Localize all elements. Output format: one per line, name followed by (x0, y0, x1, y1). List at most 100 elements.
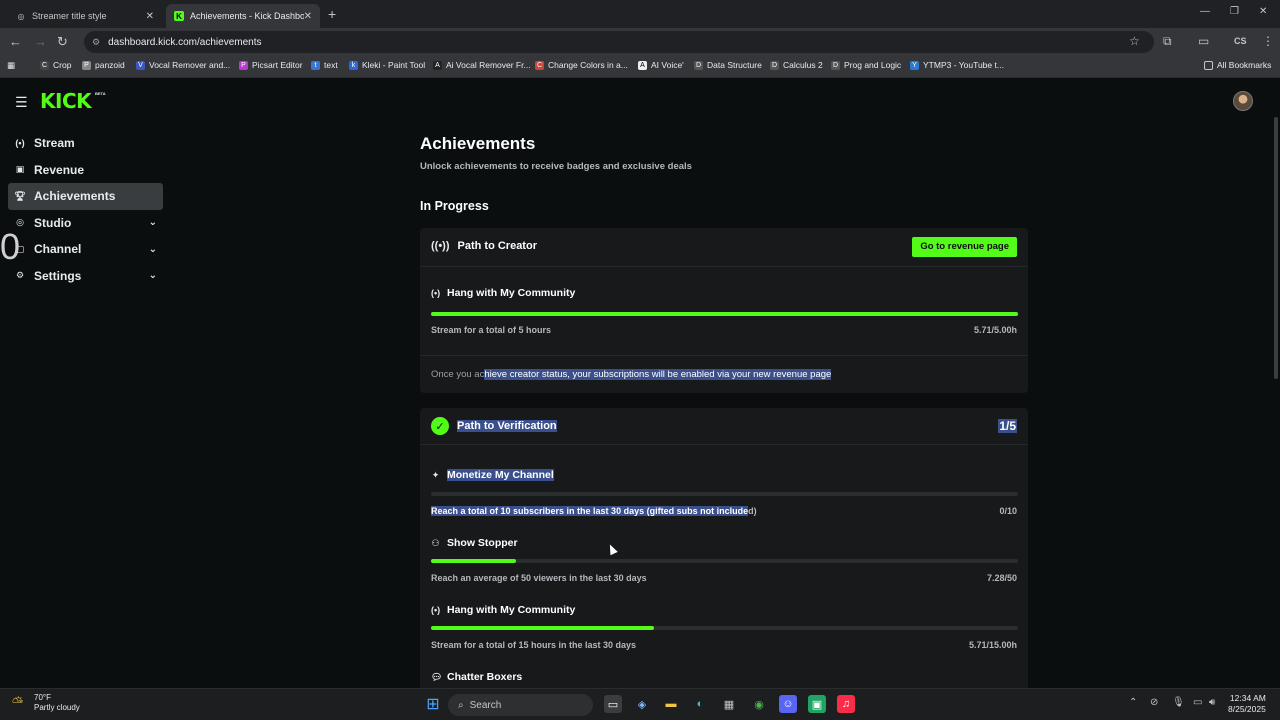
card-title: Path to Creator (457, 240, 537, 252)
broadcast-icon: ((•)) (431, 240, 450, 252)
url-field[interactable]: ⚙ dashboard.kick.com/achievements (84, 31, 1154, 53)
all-bookmarks[interactable]: All Bookmarks (1204, 60, 1271, 70)
new-tab-button[interactable]: + (328, 6, 336, 22)
folder-icon (1204, 60, 1213, 70)
bookmark-label: text (324, 60, 338, 70)
verification-count: 1/5 (998, 419, 1017, 433)
achievement-desc: Stream for a total of 15 hours in the la… (431, 640, 637, 650)
sidebar-item-settings[interactable]: ⚙ Settings ⌄ (8, 263, 163, 290)
bookmark-star-icon[interactable]: ☆ (1129, 34, 1140, 48)
store-icon[interactable]: ▦ (720, 695, 738, 713)
bookmark-ytmp3[interactable]: Y YTMP3 - YouTube t... (910, 60, 1004, 70)
taskbar-search[interactable]: ⌕ Search (448, 694, 593, 716)
sidebar-item-revenue[interactable]: ▣ Revenue (8, 157, 163, 184)
avatar[interactable] (1233, 91, 1253, 111)
achievement-title: 💬︎ Chatter Boxers (431, 671, 522, 683)
bookmark-calculus[interactable]: D Calculus 2 (770, 60, 823, 70)
search-icon: ⌕ (458, 699, 464, 711)
desc-text: d) (748, 506, 757, 516)
bookmark-panzoid[interactable]: Ppanzoid (82, 60, 125, 70)
bookmark-prog-logic[interactable]: D Prog and Logic (831, 60, 901, 70)
chrome-icon[interactable]: ◉ (750, 695, 768, 713)
bookmark-ai-voice[interactable]: A AI Voice' (638, 60, 684, 70)
sidebar-item-achievements[interactable]: 🏆︎ Achievements (8, 183, 163, 210)
sidebar-item-label: Channel (34, 242, 82, 257)
weather-text: 70°F Partly cloudy (34, 693, 80, 713)
bookmark-label: Change Colors in a... (548, 60, 628, 70)
sidebar-item-label: Settings (34, 268, 82, 283)
bookmark-label: AI Voice' (651, 60, 684, 70)
discord-icon[interactable]: ☺ (779, 695, 797, 713)
reload-button[interactable]: ↻ (57, 34, 68, 50)
bookmark-kleki[interactable]: k Kleki - Paint Tool (349, 60, 425, 70)
page-title: Achievements (420, 134, 536, 153)
close-tab-icon[interactable]: ✕ (146, 11, 154, 22)
site-info-icon[interactable]: ⚙ (92, 37, 100, 48)
hamburger-menu-icon[interactable]: ☰ (15, 94, 28, 111)
bookmark-crop[interactable]: C Crop (40, 60, 71, 70)
back-button[interactable]: ← (9, 34, 22, 49)
bookmark-vocal-remover[interactable]: V Vocal Remover and... (136, 60, 230, 70)
overlay-digit: 0 (0, 226, 21, 267)
copilot-icon[interactable]: ◈ (633, 695, 651, 713)
volume-icon[interactable]: 🔊︎ (1209, 697, 1215, 708)
progress-bar (431, 559, 1018, 563)
bookmarks-bar: ▦ C Crop Ppanzoid V Vocal Remover and... P… (0, 56, 1280, 78)
side-panel-icon[interactable]: ▭ (1198, 34, 1209, 48)
forward-button[interactable]: → (34, 34, 47, 49)
sidebar-item-studio[interactable]: ◎ Studio ⌄ (8, 210, 163, 237)
progress-bar (431, 492, 1018, 496)
file-explorer-icon[interactable]: ▬ (662, 695, 680, 713)
page-subtitle: Unlock achievements to receive badges an… (420, 161, 692, 172)
minimize-button[interactable]: — (1200, 6, 1210, 17)
progress-fill (431, 312, 1018, 316)
apps-icon[interactable]: ▦ (7, 60, 15, 71)
chevron-down-icon[interactable]: ⌄ (149, 217, 157, 228)
creator-note: Once you achieve creator status, your su… (431, 369, 832, 380)
card-header: ✓ Path to Verification (431, 417, 557, 435)
clock[interactable]: 12:34 AM 8/25/2025 (1228, 693, 1266, 715)
windows-start-icon[interactable]: ⊞ (424, 695, 442, 713)
divider (420, 355, 1028, 356)
bookmark-picsart[interactable]: P Picsart Editor (239, 60, 303, 70)
bookmark-ai-vocal-remover[interactable]: A Ai Vocal Remover Fr... (433, 60, 531, 70)
achievement-name: Show Stopper (447, 537, 518, 549)
go-to-revenue-button[interactable]: Go to revenue page (912, 237, 1017, 257)
edge-icon[interactable]: ◐ (691, 695, 709, 713)
chevron-down-icon[interactable]: ⌄ (149, 270, 157, 281)
restore-button[interactable]: ❐ (1230, 6, 1239, 17)
extensions-icon[interactable]: ⧉ (1163, 34, 1172, 49)
weather-widget[interactable]: ⛅︎ 70°F Partly cloudy (12, 693, 80, 713)
url-text: dashboard.kick.com/achievements (108, 36, 262, 48)
bookmark-label: Calculus 2 (783, 60, 823, 70)
app-icon[interactable]: ▣ (808, 695, 826, 713)
revenue-icon: ▣ (15, 164, 25, 175)
network-icon[interactable]: ⊘ (1150, 697, 1158, 708)
achievement-name: Hang with My Community (447, 604, 576, 616)
tab-streamer-title-style[interactable]: ◎ Streamer title style ✕ (8, 4, 162, 28)
bookmark-text[interactable]: t text (311, 60, 338, 70)
close-window-button[interactable]: ✕ (1259, 6, 1267, 17)
bookmark-change-colors[interactable]: C Change Colors in a... (535, 60, 628, 70)
profile-icon[interactable]: CS (1234, 36, 1247, 46)
tray-chevron-icon[interactable]: ⌃ (1129, 697, 1137, 708)
chevron-down-icon[interactable]: ⌄ (149, 244, 157, 255)
bookmark-icon: V (136, 60, 145, 70)
close-tab-icon[interactable]: ✕ (304, 11, 312, 22)
tab-achievements[interactable]: K Achievements - Kick Dashboard ✕ (166, 4, 320, 28)
bookmark-data-structure[interactable]: D Data Structure (694, 60, 762, 70)
task-view-icon[interactable]: ▭ (604, 695, 622, 713)
bookmark-icon: C (535, 60, 544, 70)
music-icon[interactable]: ♫ (837, 695, 855, 713)
section-title-in-progress: In Progress (420, 199, 489, 213)
display-icon[interactable]: ▭ (1193, 697, 1202, 708)
trophy-icon: 🏆︎ (14, 190, 26, 201)
microphone-icon[interactable]: 🎙︎ (1172, 697, 1185, 708)
broadcast-icon: (•) (431, 605, 441, 615)
path-to-creator-card: ((•)) Path to Creator Go to revenue page… (420, 228, 1028, 393)
kick-logo[interactable]: KICK (40, 89, 92, 113)
menu-icon[interactable]: ⋮ (1262, 34, 1274, 48)
sidebar-item-stream[interactable]: (•) Stream (8, 130, 163, 157)
sidebar-item-channel[interactable]: ▢ Channel ⌄ (8, 236, 163, 263)
scrollbar[interactable] (1274, 117, 1278, 379)
